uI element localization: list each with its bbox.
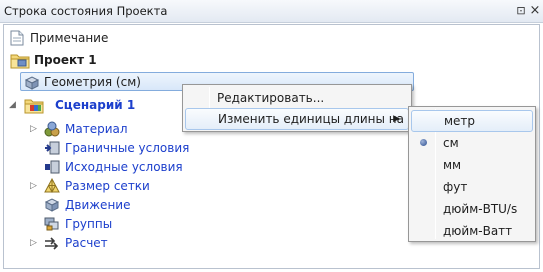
tree-item-label: Примечание	[30, 31, 109, 45]
initial-conditions-icon	[45, 160, 60, 174]
unit-option-inch-watt[interactable]: дюйм-Ватт	[411, 220, 533, 242]
motion-icon	[44, 198, 60, 212]
scenario-folder-icon	[24, 99, 44, 114]
tree-item-groups[interactable]: Группы	[44, 214, 112, 234]
tree-item-project[interactable]: Проект 1	[10, 50, 97, 70]
unit-option-cm[interactable]: см	[411, 132, 533, 154]
expand-arrow-icon[interactable]: ▷	[30, 119, 37, 139]
expand-arrow-icon[interactable]: ▷	[30, 233, 37, 253]
menu-item-edit[interactable]: Редактировать...	[185, 87, 409, 109]
tree-item-geometry[interactable]: Геометрия (см)	[24, 72, 141, 92]
tree-item-label: Движение	[65, 198, 131, 212]
menu-item-label: дюйм-BTU/s	[443, 202, 518, 216]
tree-item-mesh-size[interactable]: Размер сетки	[44, 176, 150, 196]
selected-radio-icon	[420, 139, 427, 146]
solve-icon	[45, 237, 59, 250]
project-folder-icon	[10, 54, 30, 69]
unit-option-inch-btu[interactable]: дюйм-BTU/s	[411, 198, 533, 220]
boundary-conditions-icon	[45, 141, 60, 155]
panel-title: Строка состояния Проекта	[4, 4, 168, 18]
tree-item-motion[interactable]: Движение	[44, 195, 130, 215]
pin-icon[interactable]: ⊡	[514, 0, 528, 22]
expand-arrow-icon[interactable]: ▷	[30, 176, 37, 196]
tree-item-note[interactable]: Примечание	[10, 28, 108, 48]
submenu-arrow-icon: ▶	[393, 114, 400, 124]
unit-option-foot[interactable]: фут	[411, 176, 533, 198]
tree-item-label: Сценарий 1	[55, 98, 136, 112]
tree-item-label: Размер сетки	[65, 179, 150, 193]
unit-option-meter[interactable]: метр	[411, 110, 533, 132]
menu-item-label: дюйм-Ватт	[443, 224, 513, 238]
context-menu: Редактировать... Изменить единицы длины …	[182, 84, 412, 132]
menu-item-label: Редактировать...	[217, 91, 325, 105]
tree-item-boundary-conditions[interactable]: Граничные условия	[44, 138, 189, 158]
menu-item-label: Изменить единицы длины на	[218, 112, 404, 126]
tree-item-material[interactable]: Материал	[44, 119, 128, 139]
units-submenu: метр см мм фут дюйм-BTU/s дюйм-Ватт	[408, 106, 536, 242]
mesh-size-icon	[44, 178, 60, 194]
menu-item-label: метр	[444, 114, 476, 128]
close-icon[interactable]: ×	[528, 0, 542, 22]
menu-item-change-length-units[interactable]: Изменить единицы длины на ▶	[185, 108, 409, 130]
tree-item-label: Группы	[65, 217, 113, 231]
tree-item-solve[interactable]: Расчет	[44, 233, 108, 253]
material-icon	[44, 121, 60, 137]
tree-item-label: Геометрия (см)	[44, 75, 141, 89]
menu-item-label: см	[443, 136, 459, 150]
note-icon	[10, 30, 24, 46]
tree-item-label: Исходные условия	[65, 160, 183, 174]
geometry-icon	[24, 76, 40, 90]
groups-icon	[44, 217, 59, 231]
tree-item-scenario[interactable]: Сценарий 1	[24, 95, 135, 115]
tree-item-label: Проект 1	[34, 53, 97, 67]
tree-item-label: Расчет	[65, 236, 108, 250]
panel-titlebar: Строка состояния Проекта ⊡ ×	[0, 0, 543, 23]
tree-item-label: Материал	[65, 122, 128, 136]
tree-item-initial-conditions[interactable]: Исходные условия	[44, 157, 183, 177]
menu-item-label: фут	[443, 180, 468, 194]
menu-item-label: мм	[443, 158, 462, 172]
collapse-arrow-icon[interactable]: ◢	[9, 95, 16, 115]
project-status-panel: Строка состояния Проекта ⊡ × Примечание …	[0, 0, 543, 272]
unit-option-mm[interactable]: мм	[411, 154, 533, 176]
tree-item-label: Граничные условия	[65, 141, 190, 155]
